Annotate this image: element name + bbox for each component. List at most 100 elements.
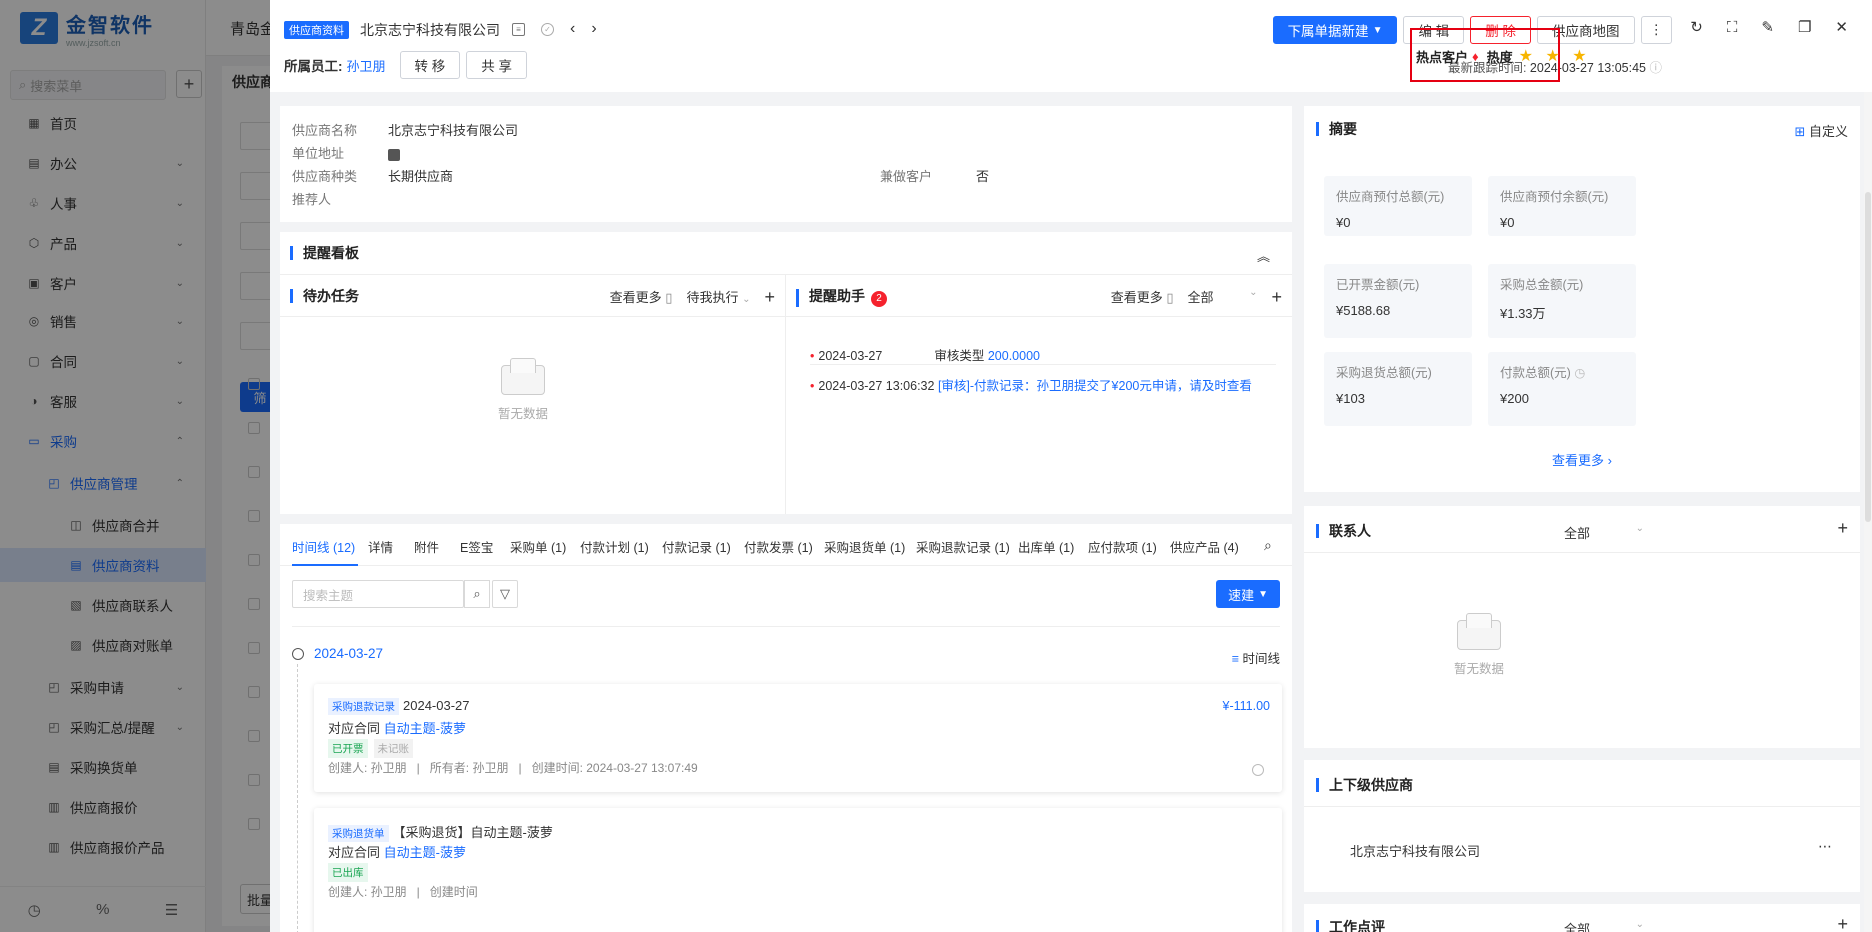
tab-attachments[interactable]: 附件 (414, 537, 439, 556)
contract-link[interactable]: 自动主题-菠萝 (384, 721, 466, 736)
assist-count-badge: 2 (871, 291, 887, 307)
summary-item: 采购总金额(元) ¥1.33万 (1488, 264, 1636, 338)
timeline-card[interactable]: 采购退货单 【采购退货】自动主题-菠萝 对应合同 自动主题-菠萝 已出库 创建人:… (314, 808, 1282, 932)
status-badge: 未记账 (373, 739, 413, 758)
record-title: 北京志宁科技有限公司 (360, 22, 500, 38)
add-review-icon[interactable]: + (1837, 915, 1848, 932)
owner-name-link[interactable]: 孙卫朋 (347, 56, 386, 75)
todo-more-link[interactable]: 查看更多 ▯ (610, 287, 673, 306)
todo-title: 待办任务 (290, 289, 359, 303)
fullscreen-icon[interactable]: ⛶ (1727, 19, 1738, 36)
active-tab-indicator (292, 564, 358, 566)
more-actions-icon[interactable]: ⋮ (1640, 16, 1672, 44)
timeline-search-input[interactable]: 搜索主题 (292, 580, 464, 608)
card-title: 【采购退货】自动主题-菠萝 (392, 825, 553, 840)
empty-box-icon (501, 358, 545, 395)
owner-row: 所属员工: 孙卫朋 转 移 共 享 (284, 51, 528, 79)
divider (1304, 552, 1860, 553)
list-icon: ≡ (1231, 652, 1239, 666)
tab-purchase-order[interactable]: 采购单 (1) (510, 537, 566, 556)
contacts-card: 联系人 全部 ⌄ + 暂无数据 (1304, 506, 1860, 748)
close-icon[interactable]: ✕ (1835, 18, 1848, 36)
pin-icon[interactable]: ✎ (1761, 18, 1774, 36)
filter-icon[interactable]: ▽ (492, 580, 518, 608)
book-icon: ▯ (1166, 290, 1174, 305)
card-contract: 对应合同 自动主题-菠萝 (328, 845, 466, 860)
next-record-icon[interactable]: › (591, 20, 596, 38)
also-customer-field: 兼做客户否 (880, 169, 990, 184)
tab-payment-record[interactable]: 付款记录 (1) (662, 537, 731, 556)
more-icon[interactable]: ⋯ (1818, 838, 1832, 855)
reminder-board: 提醒看板 ︽ 待办任务 查看更多 ▯ 待我执行 ⌄ + 暂无数据 提醒助手 2 查… (280, 232, 1292, 514)
empty-box-icon (1457, 613, 1501, 650)
hierarchy-title: 上下级供应商 (1316, 778, 1413, 792)
chevron-down-icon: ⌄ (1635, 919, 1644, 930)
summary-item: 采购退货总额(元) ¥103 (1324, 352, 1472, 426)
work-review-filter-select[interactable]: 全部 ⌄ (1564, 919, 1644, 932)
todo-empty-state: 暂无数据 (498, 358, 548, 422)
tab-purchase-return[interactable]: 采购退货单 (1) (824, 537, 905, 556)
card-status: 已开票 未记账 (328, 739, 419, 758)
contacts-title: 联系人 (1316, 524, 1371, 538)
todo-filter-select[interactable]: 待我执行 ⌄ (686, 287, 750, 306)
comment-icon[interactable] (1252, 764, 1264, 776)
scrollbar[interactable] (1864, 92, 1872, 932)
add-todo-icon[interactable]: + (764, 288, 775, 306)
tab-timeline[interactable]: 时间线 (12) (292, 537, 355, 556)
tab-payment-plan[interactable]: 付款计划 (1) (580, 537, 649, 556)
chevron-down-icon: ⌄ (742, 294, 751, 305)
owner-label: 所属员工: (284, 59, 343, 74)
timeline-line (297, 664, 298, 932)
collapse-icon[interactable]: ︽ (1257, 246, 1270, 265)
reminder-assistant-panel: 提醒助手 2 查看更多 ▯ 全部 ⌄ + • 2024-03-27 审核类型 200.… (786, 274, 1292, 514)
assist-more-link[interactable]: 查看更多 ▯ (1111, 287, 1174, 306)
modal-overlay[interactable] (0, 0, 270, 932)
supplier-hierarchy-card: 上下级供应商 北京志宁科技有限公司 ⋯ (1304, 760, 1860, 892)
tab-outbound[interactable]: 出库单 (1) (1018, 537, 1074, 556)
divider (1304, 806, 1860, 807)
add-reminder-icon[interactable]: + (1271, 288, 1282, 306)
tab-payment-invoice[interactable]: 付款发票 (1) (744, 537, 813, 556)
status-badge: 已开票 (328, 739, 368, 758)
search-icon[interactable]: ⌕ (464, 580, 490, 608)
help-icon: ⓘ (1649, 61, 1662, 75)
summary-more-link[interactable]: 查看更多 › (1304, 450, 1860, 469)
contacts-filter-select[interactable]: 全部 ⌄ (1564, 523, 1644, 542)
reminder-item[interactable]: • 2024-03-27 13:06:32 [审核]-付款记录：孙卫朋提交了¥20… (810, 375, 1252, 394)
map-pin-icon[interactable] (388, 148, 400, 161)
new-sub-document-button[interactable]: 下属单据新建 ▼ (1272, 16, 1398, 44)
customize-link[interactable]: ⊞ 自定义 (1794, 121, 1848, 140)
prev-record-icon[interactable]: ‹ (570, 20, 575, 38)
tab-supply-products[interactable]: 供应产品 (4) (1170, 537, 1239, 556)
hierarchy-item[interactable]: 北京志宁科技有限公司 (1350, 841, 1480, 860)
divider (292, 626, 1280, 627)
contract-link[interactable]: 自动主题-菠萝 (384, 845, 466, 860)
timeline-card[interactable]: 采购退款记录 2024-03-27 ¥-111.00 对应合同 自动主题-菠萝 已… (314, 684, 1282, 792)
address-field: 单位地址 (292, 143, 400, 162)
scrollbar-thumb[interactable] (1865, 192, 1871, 522)
reminder-item[interactable]: • 2024-03-27 审核类型 200.0000 (810, 345, 1040, 364)
contacts-empty-state: 暂无数据 (1454, 613, 1504, 677)
referrer-field: 推荐人 (292, 192, 332, 207)
search-icon[interactable]: ⌕ (1264, 537, 1272, 554)
document-icon[interactable]: ≡ (512, 22, 525, 36)
tab-refund-record[interactable]: 采购退款记录 (1) (916, 537, 1010, 556)
heat-label: 热度 (1486, 49, 1513, 65)
work-review-title: 工作点评 (1316, 920, 1385, 932)
tab-payables[interactable]: 应付款项 (1) (1088, 537, 1157, 556)
tab-details[interactable]: 详情 (368, 537, 393, 556)
share-button[interactable]: 共 享 (466, 51, 528, 79)
heat-stars[interactable]: ★ ★ ★ (1519, 46, 1591, 66)
summary-item: 付款总额(元) ◷ ¥200 (1488, 352, 1636, 426)
timeline-view-toggle[interactable]: ≡ 时间线 (1232, 648, 1280, 667)
window-icon[interactable]: ❐ (1798, 18, 1811, 36)
quick-create-button[interactable]: 速建 ▼ (1216, 580, 1280, 608)
shield-icon[interactable]: ✓ (541, 22, 554, 36)
refresh-icon[interactable]: ↻ (1690, 18, 1703, 36)
transfer-button[interactable]: 转 移 (399, 51, 461, 79)
summary-card: 摘要 ⊞ 自定义 供应商预付总额(元) ¥0 供应商预付余额(元) ¥0 已开票金额… (1304, 106, 1860, 492)
tab-esign[interactable]: E签宝 (460, 537, 493, 556)
add-contact-icon[interactable]: + (1837, 519, 1848, 537)
chevron-right-icon: › (1607, 453, 1612, 468)
assist-filter-select[interactable]: 全部 ⌄ (1187, 287, 1257, 306)
